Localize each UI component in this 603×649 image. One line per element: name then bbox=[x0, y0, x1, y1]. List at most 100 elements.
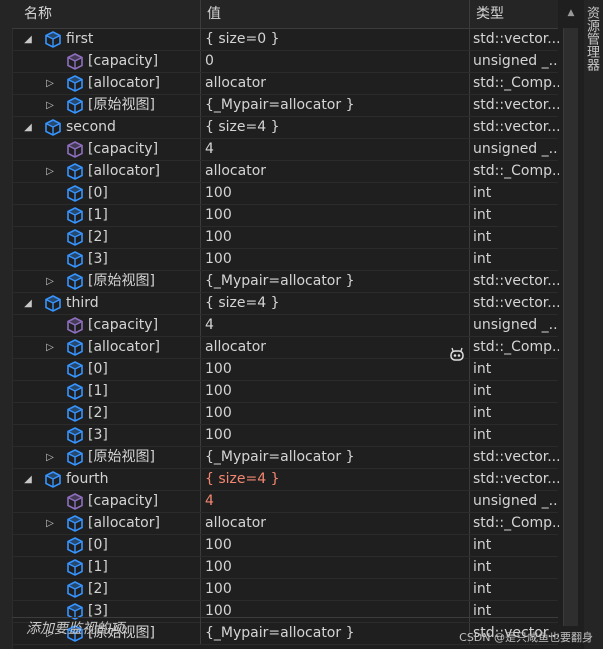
row-value[interactable]: allocator bbox=[202, 337, 471, 358]
watch-row[interactable]: [1] 100 int bbox=[12, 381, 558, 403]
watch-row[interactable]: ▷ [原始视图] {_Mypair=allocator } std::vector..… bbox=[12, 271, 561, 293]
row-type: int bbox=[473, 581, 492, 597]
watch-row[interactable]: ▷ [allocator] allocator std::_Comp... bbox=[12, 337, 561, 359]
row-value[interactable]: 100 bbox=[202, 227, 471, 248]
row-type: unsigned _... bbox=[473, 53, 561, 69]
watch-row[interactable]: [3] 100 int bbox=[12, 249, 558, 271]
row-type: std::vector.... bbox=[473, 295, 561, 311]
row-name: [0] bbox=[88, 185, 108, 201]
column-separator bbox=[200, 469, 201, 490]
watch-row[interactable]: ◢ third{ size=4 } std::vector.... bbox=[12, 293, 561, 315]
row-name: [0] bbox=[88, 361, 108, 377]
column-separator bbox=[200, 447, 201, 468]
watch-row[interactable]: [2] 100 int bbox=[12, 579, 558, 601]
watch-row[interactable]: ◢ first{ size=0 } std::vector.... bbox=[12, 29, 561, 51]
row-value[interactable]: allocator bbox=[202, 513, 471, 534]
scroll-up-icon[interactable]: ▲ bbox=[566, 8, 576, 18]
column-header: 名称 值 类型 bbox=[12, 0, 558, 29]
watch-row[interactable]: ◢ fourth{ size=4 } std::vector.... bbox=[12, 469, 561, 491]
column-separator bbox=[200, 513, 201, 534]
row-name: [1] bbox=[88, 207, 108, 223]
watermark: CSDN @是只咸鱼也要翻身 bbox=[459, 631, 593, 644]
row-name: [2] bbox=[88, 229, 108, 245]
row-value[interactable]: {_Mypair=allocator } bbox=[202, 95, 471, 116]
watch-row[interactable]: [2] 100 int bbox=[12, 227, 558, 249]
column-separator bbox=[200, 205, 201, 226]
header-value[interactable]: 值 bbox=[201, 0, 469, 28]
watch-row[interactable]: [capacity] 4 unsigned _... bbox=[12, 315, 561, 337]
watch-row[interactable]: [0] 100 int bbox=[12, 359, 558, 381]
row-name: [capacity] bbox=[88, 141, 159, 157]
column-separator bbox=[200, 557, 201, 578]
row-type: std::vector.... bbox=[473, 471, 561, 487]
header-name[interactable]: 名称 bbox=[18, 0, 200, 28]
watch-row[interactable]: ▷ [allocator] allocator std::_Comp... bbox=[12, 161, 561, 183]
row-value[interactable]: 100 bbox=[202, 403, 471, 424]
row-value[interactable]: 100 bbox=[202, 359, 471, 380]
column-separator bbox=[200, 249, 201, 270]
watch-row[interactable]: ▷ [allocator] allocator std::_Comp... bbox=[12, 73, 561, 95]
watch-row[interactable]: [capacity] 4 unsigned _... bbox=[12, 491, 561, 513]
column-separator bbox=[200, 425, 201, 446]
row-value[interactable]: 100 bbox=[202, 249, 471, 270]
column-separator bbox=[200, 403, 201, 424]
column-separator bbox=[200, 315, 201, 336]
scrollbar-thumb[interactable] bbox=[563, 28, 578, 626]
watch-row[interactable]: ▷ [原始视图] {_Mypair=allocator } std::vector..… bbox=[12, 447, 561, 469]
add-watch-label[interactable]: 添加要监视的项 bbox=[26, 618, 124, 640]
row-value[interactable]: 100 bbox=[202, 381, 471, 402]
row-value[interactable]: 0 bbox=[202, 51, 471, 72]
copilot-icon[interactable] bbox=[448, 346, 466, 364]
row-name: [原始视图] bbox=[88, 449, 155, 465]
row-value[interactable]: 4 bbox=[202, 139, 471, 160]
watch-row[interactable]: [3] 100 int bbox=[12, 425, 558, 447]
watch-row[interactable]: ▷ [原始视图] {_Mypair=allocator } std::vector..… bbox=[12, 95, 561, 117]
row-value[interactable]: 100 bbox=[202, 183, 471, 204]
row-name: [2] bbox=[88, 581, 108, 597]
row-value[interactable]: allocator bbox=[202, 73, 471, 94]
row-value[interactable]: 100 bbox=[202, 425, 471, 446]
row-value[interactable]: allocator bbox=[202, 161, 471, 182]
row-type: std::_Comp... bbox=[473, 163, 561, 179]
column-separator bbox=[200, 117, 201, 138]
row-value[interactable]: 100 bbox=[202, 579, 471, 600]
watch-row[interactable]: [capacity] 0 unsigned _... bbox=[12, 51, 561, 73]
row-value[interactable]: 100 bbox=[202, 557, 471, 578]
watch-row[interactable]: [1] 100 int bbox=[12, 557, 558, 579]
row-value[interactable]: { size=0 } bbox=[202, 29, 471, 50]
row-type: int bbox=[473, 251, 492, 267]
solution-explorer-tab[interactable]: 资源管理器 bbox=[584, 6, 601, 71]
row-name: [capacity] bbox=[88, 317, 159, 333]
row-value[interactable]: {_Mypair=allocator } bbox=[202, 271, 471, 292]
row-name: [3] bbox=[88, 251, 108, 267]
watch-row[interactable]: [0] 100 int bbox=[12, 535, 558, 557]
watch-row[interactable]: [0] 100 int bbox=[12, 183, 558, 205]
row-name: [allocator] bbox=[88, 75, 160, 91]
row-value[interactable]: 4 bbox=[202, 491, 471, 512]
watch-row[interactable]: ▷ [allocator] allocator std::_Comp... bbox=[12, 513, 561, 535]
column-separator bbox=[200, 139, 201, 160]
column-separator bbox=[200, 359, 201, 380]
column-separator bbox=[200, 95, 201, 116]
column-separator bbox=[200, 579, 201, 600]
row-name: [capacity] bbox=[88, 493, 159, 509]
watch-row[interactable]: [capacity] 4 unsigned _... bbox=[12, 139, 561, 161]
row-name: [原始视图] bbox=[88, 273, 155, 289]
header-type[interactable]: 类型 bbox=[470, 0, 558, 28]
row-value[interactable]: { size=4 } bbox=[202, 117, 471, 138]
row-type: std::_Comp... bbox=[473, 75, 561, 91]
watch-row[interactable]: [2] 100 int bbox=[12, 403, 558, 425]
row-type: int bbox=[473, 383, 492, 399]
row-value[interactable]: { size=4 } bbox=[202, 469, 471, 490]
row-value[interactable]: 100 bbox=[202, 535, 471, 556]
row-value[interactable]: 4 bbox=[202, 315, 471, 336]
row-value[interactable]: { size=4 } bbox=[202, 293, 471, 314]
row-value[interactable]: 100 bbox=[202, 205, 471, 226]
right-side-rail bbox=[584, 0, 603, 649]
watch-row[interactable]: [1] 100 int bbox=[12, 205, 558, 227]
watch-row[interactable]: ◢ second{ size=4 } std::vector.... bbox=[12, 117, 561, 139]
row-type: int bbox=[473, 185, 492, 201]
row-name: fourth bbox=[66, 471, 109, 487]
column-separator bbox=[200, 535, 201, 556]
row-value[interactable]: {_Mypair=allocator } bbox=[202, 447, 471, 468]
